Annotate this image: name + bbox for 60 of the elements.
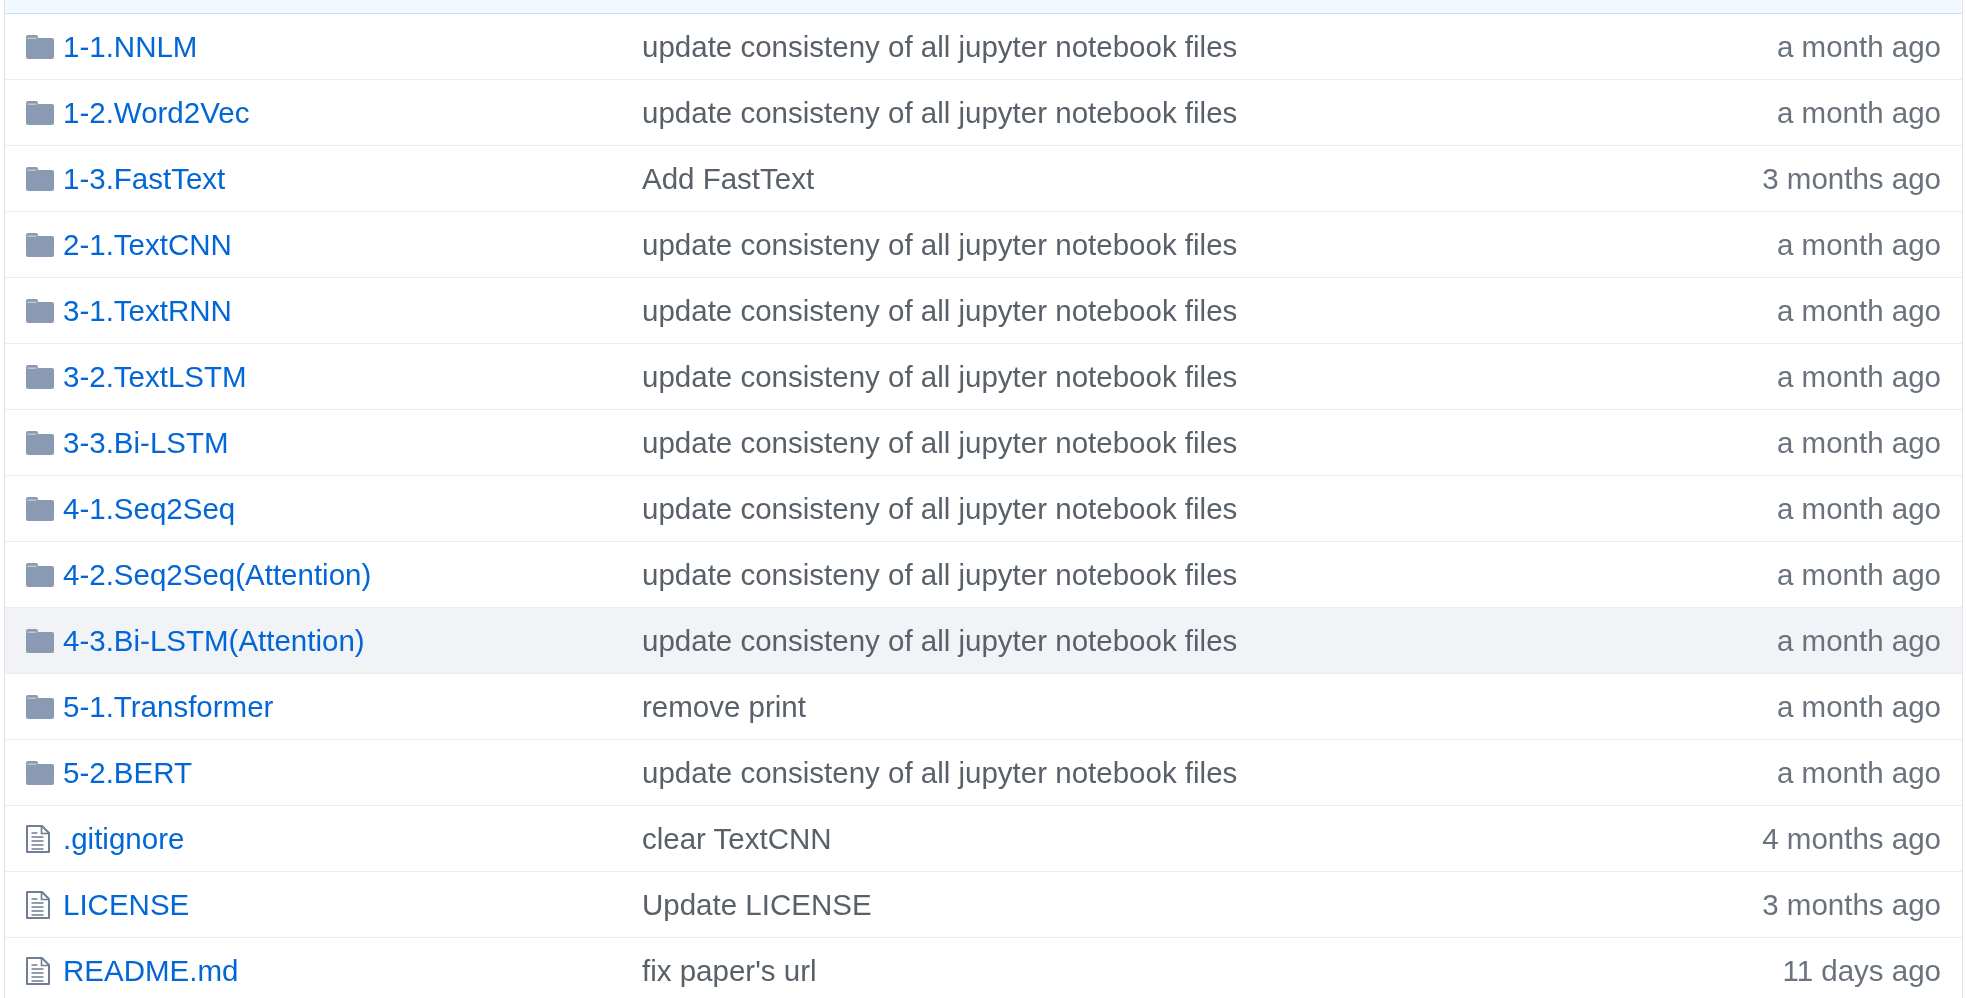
commit-age: a month ago <box>1777 28 1941 65</box>
folder-icon <box>26 298 54 323</box>
folder-link[interactable]: 2-1.TextCNN <box>63 226 232 263</box>
commit-age: a month ago <box>1777 292 1941 329</box>
folder-icon <box>26 364 54 389</box>
commit-message-link[interactable]: update consisteny of all jupyter notebook files <box>642 292 1238 329</box>
folder-link[interactable]: 5-1.Transformer <box>63 688 274 725</box>
folder-icon <box>26 34 54 59</box>
commit-age: a month ago <box>1777 358 1941 395</box>
folder-icon <box>26 232 54 257</box>
folder-link[interactable]: 5-2.BERT <box>63 754 192 791</box>
commit-message-link[interactable]: update consisteny of all jupyter notebook files <box>642 622 1238 659</box>
file-icon <box>26 956 50 985</box>
commit-message-link[interactable]: update consisteny of all jupyter notebook files <box>642 94 1238 131</box>
folder-icon <box>26 694 54 719</box>
commit-age: a month ago <box>1777 688 1941 725</box>
commit-message-link[interactable]: update consisteny of all jupyter notebook files <box>642 424 1238 461</box>
commit-message-link[interactable]: Add FastText <box>642 160 815 197</box>
commit-message-link[interactable]: remove print <box>642 688 806 725</box>
file-icon <box>26 824 50 853</box>
folder-link[interactable]: 3-2.TextLSTM <box>63 358 247 395</box>
file-link[interactable]: README.md <box>63 952 239 989</box>
commit-age: 4 months ago <box>1762 820 1941 857</box>
folder-icon <box>26 496 54 521</box>
folder-link[interactable]: 1-2.Word2Vec <box>63 94 250 131</box>
folder-link[interactable]: 1-3.FastText <box>63 160 226 197</box>
folder-icon <box>26 100 54 125</box>
commit-message-link[interactable]: update consisteny of all jupyter notebook files <box>642 28 1238 65</box>
folder-link[interactable]: 4-3.Bi-LSTM(Attention) <box>63 622 365 659</box>
commit-age: 11 days ago <box>1782 952 1941 989</box>
commit-message-link[interactable]: clear TextCNN <box>642 820 832 857</box>
commit-message-link[interactable]: Update LICENSE <box>642 886 872 923</box>
folder-icon <box>26 760 54 785</box>
commit-message-link[interactable]: update consisteny of all jupyter notebook files <box>642 490 1238 527</box>
folder-link[interactable]: 4-2.Seq2Seq(Attention) <box>63 556 372 593</box>
file-link[interactable]: .gitignore <box>63 820 185 857</box>
commit-message-link[interactable]: update consisteny of all jupyter notebook files <box>642 556 1238 593</box>
commit-age: a month ago <box>1777 556 1941 593</box>
commit-age: a month ago <box>1777 226 1941 263</box>
folder-link[interactable]: 3-1.TextRNN <box>63 292 232 329</box>
file-icon <box>26 890 50 919</box>
file-link[interactable]: LICENSE <box>63 886 190 923</box>
folder-link[interactable]: 1-1.NNLM <box>63 28 198 65</box>
commit-message-link[interactable]: fix paper's url <box>642 952 817 989</box>
folder-link[interactable]: 4-1.Seq2Seq <box>63 490 236 527</box>
commit-age: 3 months ago <box>1762 160 1941 197</box>
commit-age: a month ago <box>1777 754 1941 791</box>
commit-message-link[interactable]: update consisteny of all jupyter notebook files <box>642 754 1238 791</box>
commit-age: 3 months ago <box>1762 886 1941 923</box>
commit-age: a month ago <box>1777 490 1941 527</box>
commit-message-link[interactable]: update consisteny of all jupyter notebook files <box>642 226 1238 263</box>
folder-icon <box>26 166 54 191</box>
folder-icon <box>26 562 54 587</box>
folder-icon <box>26 628 54 653</box>
commit-age: a month ago <box>1777 94 1941 131</box>
commit-message-link[interactable]: update consisteny of all jupyter notebook files <box>642 358 1238 395</box>
folder-link[interactable]: 3-3.Bi-LSTM <box>63 424 229 461</box>
commit-age: a month ago <box>1777 622 1941 659</box>
folder-icon <box>26 430 54 455</box>
commit-age: a month ago <box>1777 424 1941 461</box>
